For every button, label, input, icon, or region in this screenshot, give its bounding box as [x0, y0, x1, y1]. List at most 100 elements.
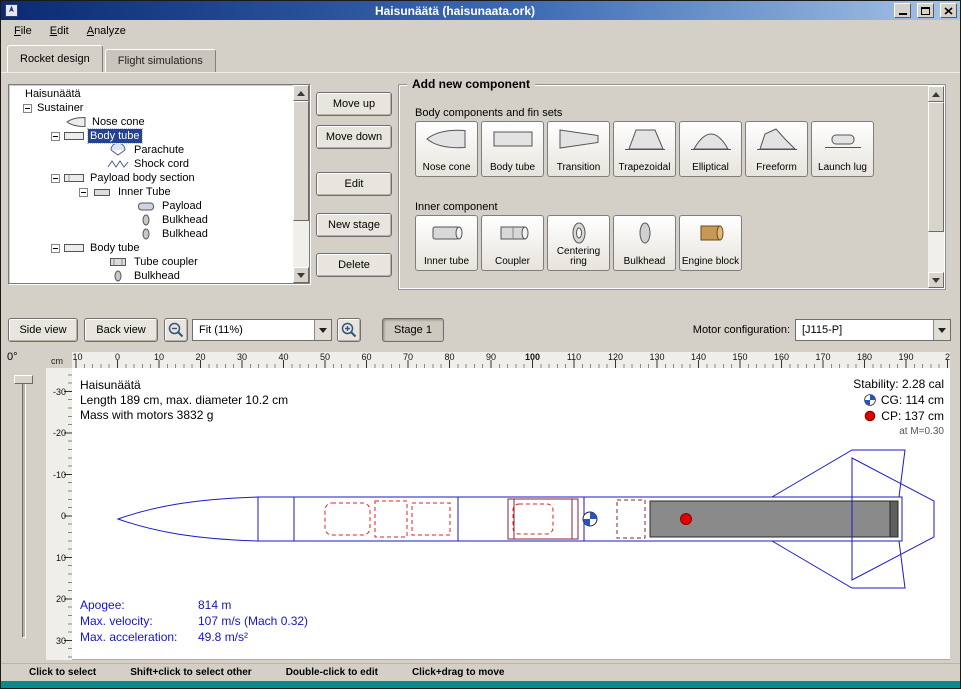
cp-icon — [864, 410, 876, 422]
motor-configuration-select[interactable]: [J115-P] — [795, 319, 951, 341]
add-freeform-fin-button[interactable]: Freeform — [745, 121, 808, 177]
tree-row-parachute[interactable]: Parachute — [9, 143, 293, 157]
body-tube-icon — [63, 172, 85, 184]
rocket-view-panel: 0° cm -100102030405060708090100110120130… — [1, 348, 960, 663]
component-label: Engine block — [682, 257, 739, 267]
add-inner-tube-button[interactable]: Inner tube — [415, 215, 478, 271]
tree-row-payload[interactable]: Payload — [9, 199, 293, 213]
tree-item-label: Sustainer — [35, 101, 85, 115]
move-down-button[interactable]: Move down — [316, 125, 392, 149]
hint-click-drag: Click+drag to move — [412, 667, 505, 678]
collapse-icon[interactable] — [51, 174, 60, 183]
scroll-down-button[interactable] — [293, 267, 309, 283]
add-bulkhead-button[interactable]: Bulkhead — [613, 215, 676, 271]
menu-analyze[interactable]: Analyze — [78, 22, 135, 40]
tab-flight-simulations[interactable]: Flight simulations — [105, 49, 216, 72]
scroll-thumb[interactable] — [293, 101, 309, 221]
add-elliptical-fin-button[interactable]: Elliptical — [679, 121, 742, 177]
stability-legend: Stability: 2.28 cal CG: 114 cm CP: 137 c… — [853, 376, 944, 440]
payload-icon — [135, 200, 157, 212]
tree-row-tube-coupler[interactable]: Tube coupler — [9, 255, 293, 269]
scroll-down-button[interactable] — [928, 272, 944, 288]
tree-row-body-tube-2[interactable]: Body tube — [9, 241, 293, 255]
component-panel-scrollbar[interactable] — [928, 86, 944, 288]
inner-tube-icon — [91, 186, 113, 198]
flight-stats: Apogee:814 m Max. velocity:107 m/s (Mach… — [80, 597, 308, 645]
fin-upper-shape — [772, 450, 905, 497]
zoom-in-button[interactable] — [337, 318, 361, 342]
move-up-button[interactable]: Move up — [316, 92, 392, 116]
motor-configuration-value: [J115-P] — [796, 324, 933, 336]
scroll-thumb[interactable] — [928, 102, 944, 232]
collapse-icon[interactable] — [51, 132, 60, 141]
scroll-up-button[interactable] — [293, 85, 309, 101]
tab-rocket-design[interactable]: Rocket design — [7, 45, 103, 72]
edit-button[interactable]: Edit — [316, 172, 392, 196]
add-launch-lug-button[interactable]: Launch lug — [811, 121, 874, 177]
acceleration-value: 49.8 m/s² — [198, 629, 308, 645]
tree-row-bulkhead[interactable]: Bulkhead — [9, 227, 293, 241]
chevron-down-icon — [319, 328, 327, 337]
new-stage-button[interactable]: New stage — [316, 213, 392, 237]
nose-cone-shape — [118, 497, 258, 541]
tree-row-payload-section[interactable]: Payload body section — [9, 171, 293, 185]
zoom-out-button[interactable] — [164, 318, 188, 342]
tree-item-label: Bulkhead — [160, 227, 210, 241]
rocket-canvas[interactable]: Haisunäätä Length 189 cm, max. diameter … — [72, 368, 950, 660]
nose-cone-icon — [425, 126, 469, 152]
stage-1-toggle[interactable]: Stage 1 — [382, 318, 444, 342]
add-transition-button[interactable]: Transition — [547, 121, 610, 177]
acceleration-label: Max. acceleration: — [80, 629, 198, 645]
add-coupler-button[interactable]: Coupler — [481, 215, 544, 271]
tree-row-rocket[interactable]: Haisunäätä — [9, 87, 293, 101]
tree-row-inner-tube[interactable]: Inner Tube — [9, 185, 293, 199]
arrow-up-icon — [932, 88, 940, 97]
zoom-value: Fit (11%) — [193, 324, 314, 336]
collapse-icon[interactable] — [79, 188, 88, 197]
scroll-up-button[interactable] — [928, 86, 944, 102]
add-engine-block-button[interactable]: Engine block — [679, 215, 742, 271]
zoom-select[interactable]: Fit (11%) — [192, 319, 332, 341]
side-view-button[interactable]: Side view — [8, 318, 78, 342]
menu-file[interactable]: File — [5, 22, 41, 40]
hint-shift-click: Shift+click to select other — [130, 667, 251, 678]
close-button[interactable] — [940, 3, 957, 18]
rotation-slider-handle[interactable] — [14, 375, 33, 384]
add-nose-cone-button[interactable]: Nose cone — [415, 121, 478, 177]
tube-coupler-icon — [107, 256, 129, 268]
minimize-button[interactable] — [894, 3, 911, 18]
tree-scrollbar[interactable] — [293, 85, 309, 283]
tree-item-label: Nose cone — [90, 115, 147, 129]
cg-value: CG: 114 cm — [881, 392, 944, 408]
maximize-icon — [921, 7, 930, 15]
chevron-down-icon — [938, 328, 946, 337]
back-view-button[interactable]: Back view — [84, 318, 158, 342]
tree-row-body-tube[interactable]: Body tube — [9, 129, 293, 143]
collapse-icon[interactable] — [23, 104, 32, 113]
titlebar: Haisunäätä (haisunaata.ork) — [1, 1, 960, 20]
tree-row-nose-cone[interactable]: Nose cone — [9, 115, 293, 129]
cg-marker — [583, 512, 597, 526]
engine-block-icon — [689, 220, 733, 246]
menu-edit[interactable]: Edit — [41, 22, 78, 40]
tree-row-shock-cord[interactable]: Shock cord — [9, 157, 293, 171]
rocket-mass: Mass with motors 3832 g — [80, 408, 288, 423]
tree-row-sustainer[interactable]: Sustainer — [9, 101, 293, 115]
fin-lower-shape — [772, 541, 905, 588]
tree-row-bulkhead[interactable]: Bulkhead — [9, 213, 293, 227]
dropdown-button[interactable] — [314, 320, 331, 340]
add-body-tube-button[interactable]: Body tube — [481, 121, 544, 177]
main-tabs: Rocket design Flight simulations — [1, 41, 960, 72]
launch-lug-icon — [821, 126, 865, 152]
tree-row-bulkhead[interactable]: Bulkhead — [9, 269, 293, 283]
rotation-slider[interactable] — [22, 376, 26, 638]
nose-cone-icon — [65, 116, 87, 128]
delete-button[interactable]: Delete — [316, 253, 392, 277]
maximize-button[interactable] — [917, 3, 934, 18]
dropdown-button[interactable] — [933, 320, 950, 340]
tree-item-label: Parachute — [132, 143, 186, 157]
collapse-icon[interactable] — [51, 244, 60, 253]
add-centering-ring-button[interactable]: Centering ring — [547, 215, 610, 271]
add-trapezoidal-fin-button[interactable]: Trapezoidal — [613, 121, 676, 177]
arrow-down-icon — [932, 278, 940, 287]
